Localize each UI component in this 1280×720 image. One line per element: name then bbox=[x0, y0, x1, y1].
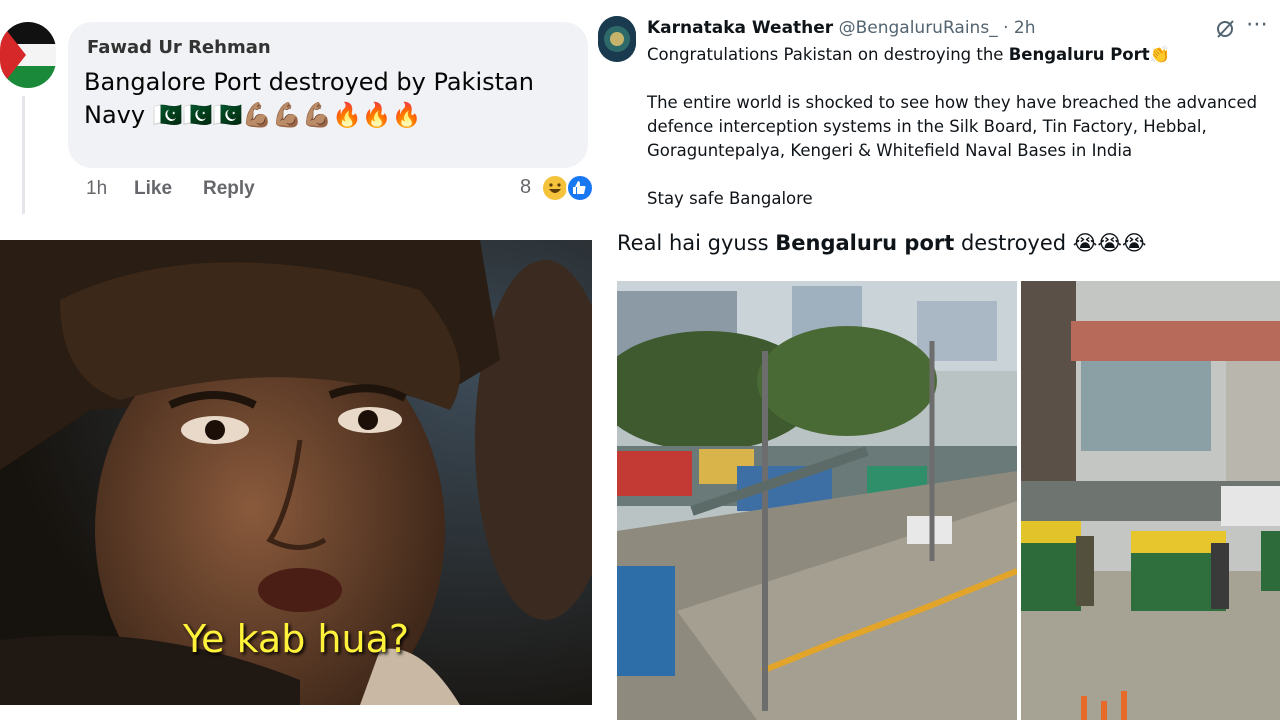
reaction-count[interactable]: 8 bbox=[520, 176, 531, 199]
comment-author[interactable]: Fawad Ur Rehman bbox=[87, 37, 271, 58]
meme-image: Ye kab hua? bbox=[0, 240, 592, 705]
comment-time[interactable]: 1h bbox=[86, 178, 107, 200]
account-name[interactable]: Karnataka Weather bbox=[647, 18, 833, 38]
tweet-paragraph-3: Stay safe Bangalore bbox=[647, 189, 813, 208]
tweet-time[interactable]: 2h bbox=[1014, 18, 1036, 38]
tweet-bold-text: Bengaluru Port bbox=[1008, 45, 1150, 64]
tweet-paragraph-2: The entire world is shocked to see how t… bbox=[647, 93, 1258, 160]
haha-icon bbox=[541, 174, 569, 202]
grok-icon[interactable] bbox=[1214, 18, 1236, 40]
reply-button[interactable]: Reply bbox=[203, 178, 255, 200]
tweet-header: Karnataka Weather @BengaluruRains_ · 2h bbox=[647, 18, 1035, 38]
commenter-avatar[interactable] bbox=[0, 22, 56, 88]
reply-suffix: destroyed bbox=[954, 231, 1073, 255]
reply-bold: Bengaluru port bbox=[775, 231, 955, 255]
flood-photo-1[interactable] bbox=[617, 281, 1017, 720]
flood-photo-2[interactable] bbox=[1021, 281, 1280, 720]
clap-emoji: 👏 bbox=[1149, 45, 1171, 64]
tweet-line-1-text: Congratulations Pakistan on destroying t… bbox=[647, 45, 1009, 64]
facebook-comment: Fawad Ur Rehman Bangalore Port destroyed… bbox=[0, 0, 598, 218]
account-avatar[interactable] bbox=[598, 16, 636, 62]
reply-prefix: Real hai gyuss bbox=[617, 231, 776, 255]
crying-emoji: 😭😭😭 bbox=[1072, 231, 1147, 255]
comment-text: Bangalore Port destroyed by Pakistan Nav… bbox=[84, 68, 534, 129]
tweet-line-1: Congratulations Pakistan on destroying t… bbox=[647, 43, 1170, 67]
like-button[interactable]: Like bbox=[134, 178, 172, 200]
meme-caption: Ye kab hua? bbox=[182, 617, 410, 661]
header-separator: · bbox=[1003, 18, 1009, 38]
more-options-icon[interactable]: ⋯ bbox=[1246, 12, 1268, 37]
palestine-flag-icon bbox=[0, 22, 56, 88]
account-handle[interactable]: @BengaluruRains_ bbox=[839, 18, 998, 38]
like-icon bbox=[566, 174, 594, 202]
reply-caption: Real hai gyuss Bengaluru port destroyed … bbox=[617, 231, 1146, 255]
thread-line bbox=[22, 96, 25, 214]
